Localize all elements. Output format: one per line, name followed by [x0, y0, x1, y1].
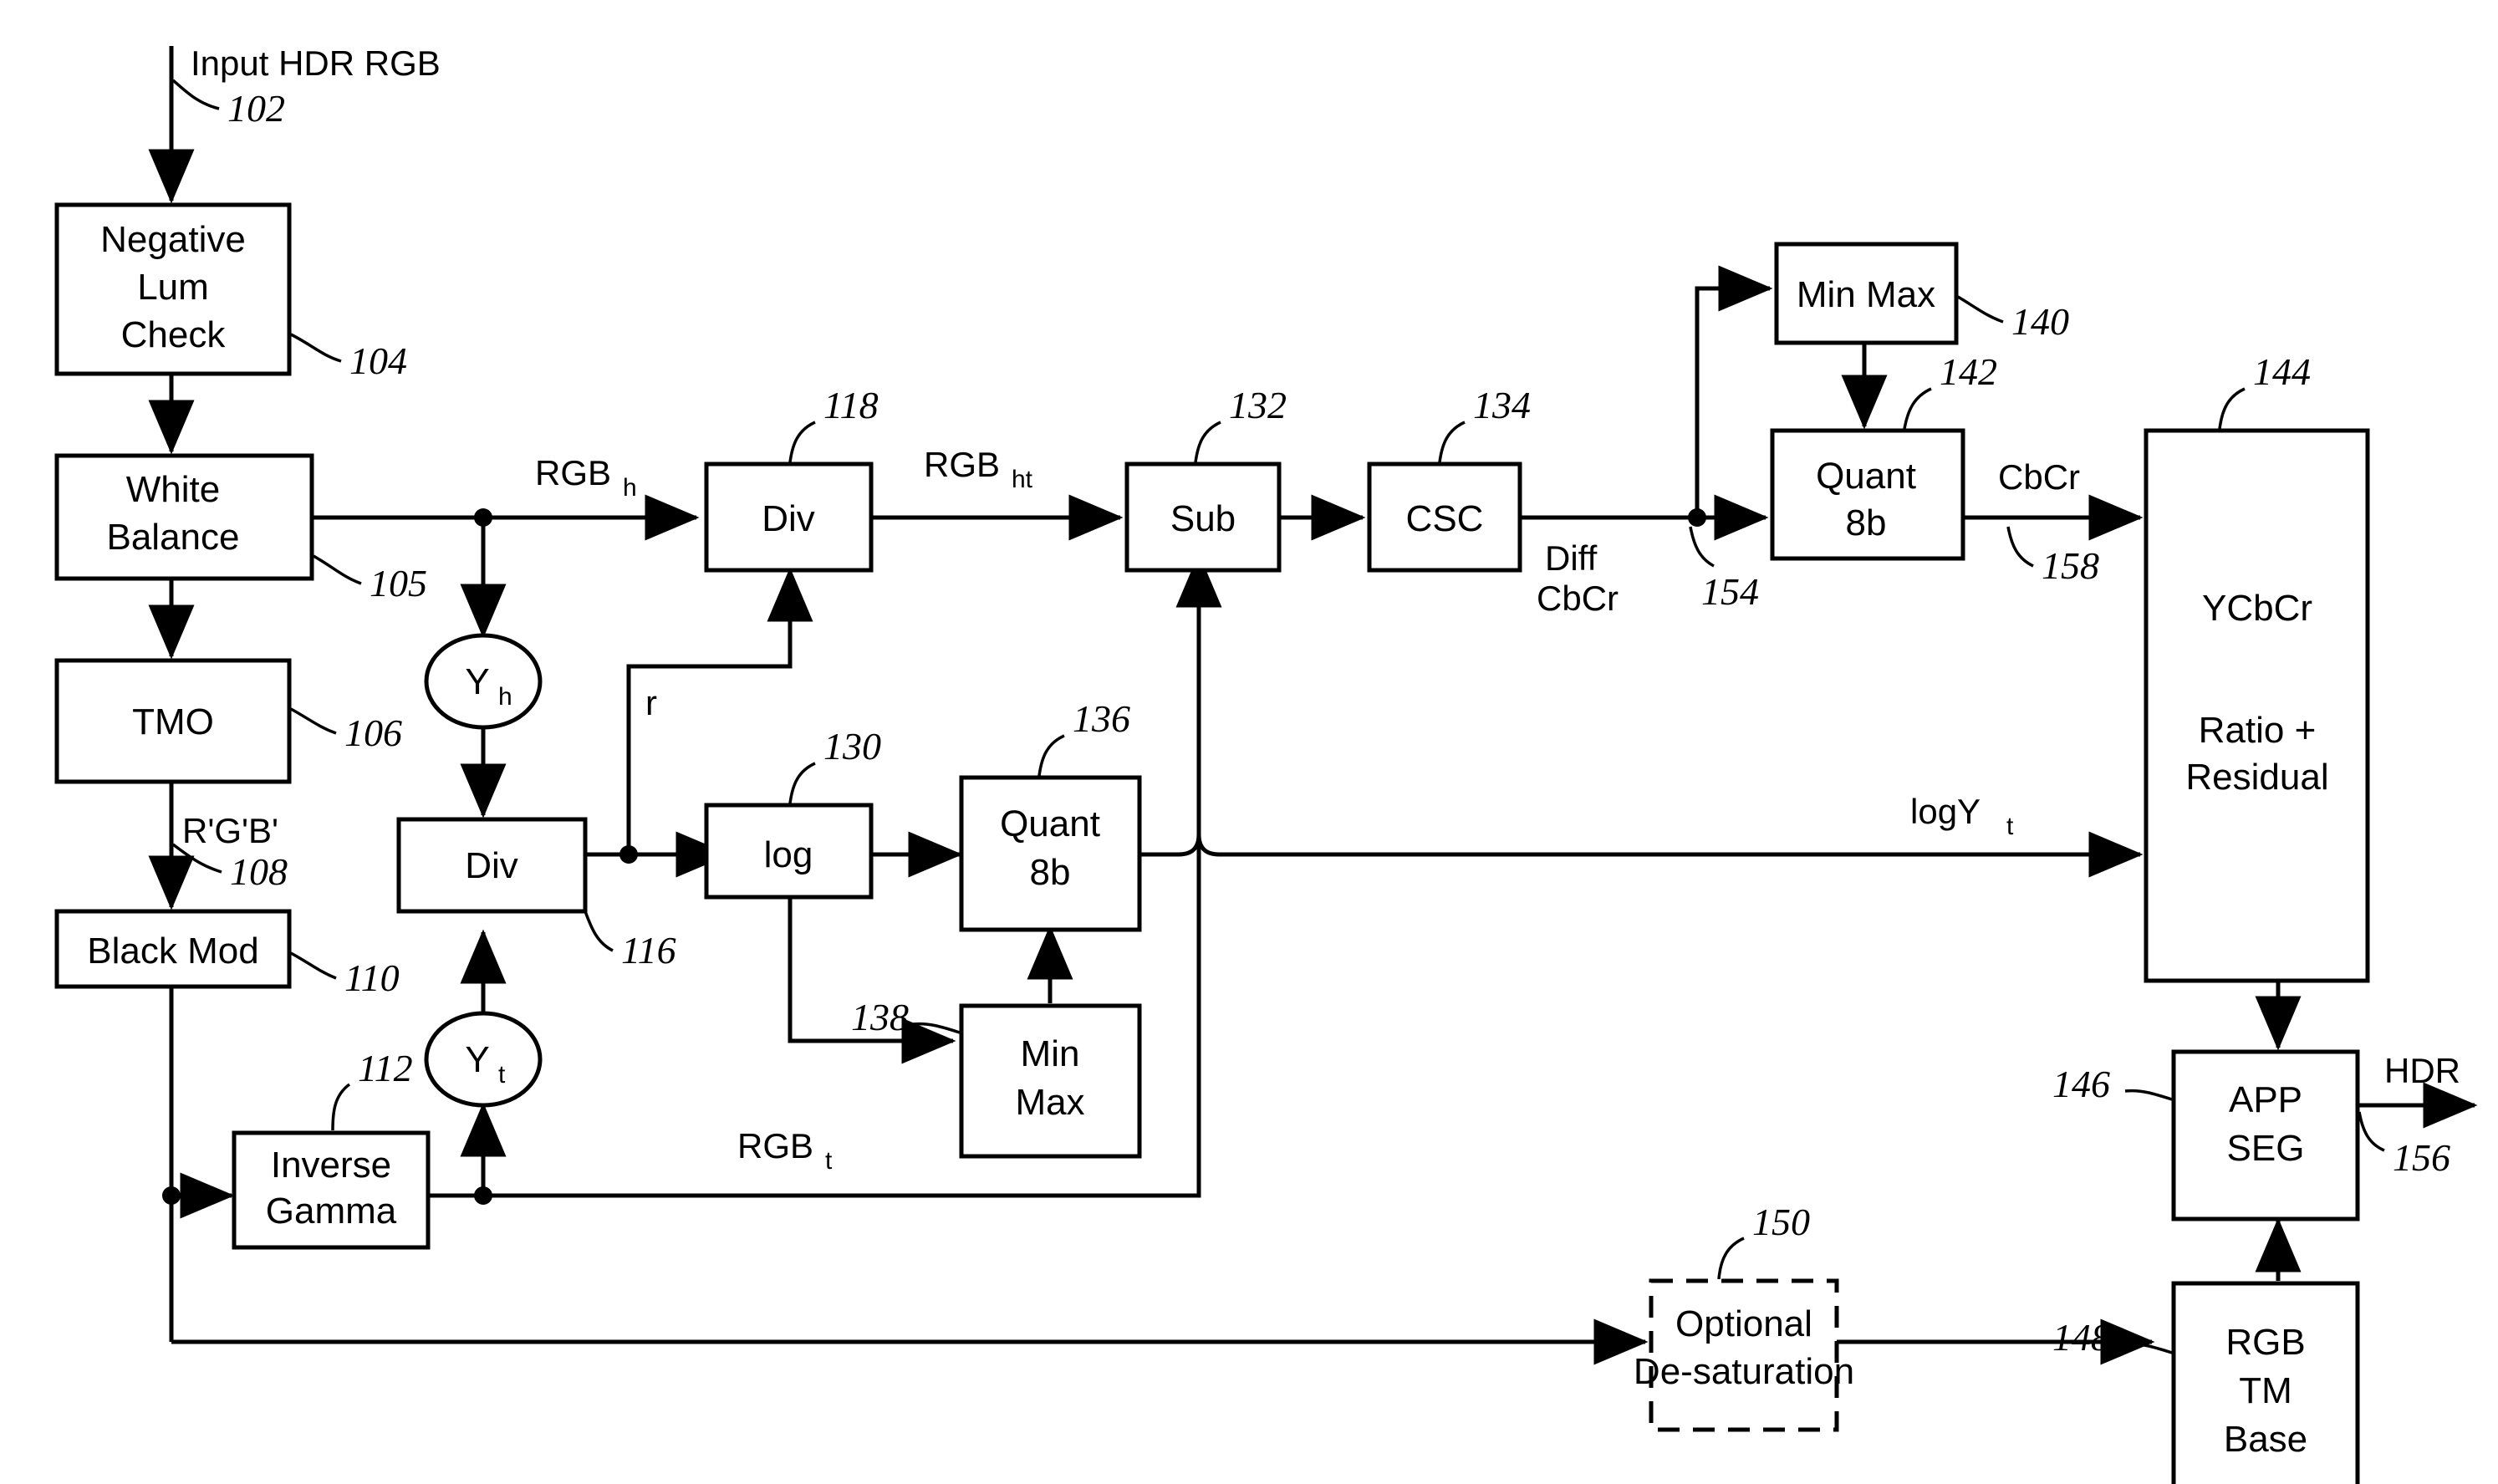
block-rgb-tm-base-148[interactable]: RGB TM Base — [2171, 1281, 2360, 1484]
label-rgb-t: RGB — [737, 1126, 813, 1165]
block-app-seg-146[interactable]: APP SEG — [2171, 1049, 2360, 1221]
label-rgb-h-subscript: h — [623, 474, 637, 502]
node-yh[interactable]: Y h — [424, 633, 543, 730]
block-label-line1: Optional — [1675, 1303, 1812, 1344]
block-label: Sub — [1170, 498, 1236, 539]
ref-118: 118 — [823, 384, 879, 426]
block-label: Div — [465, 845, 518, 886]
block-label-line3: Check — [121, 314, 227, 355]
ref-142: 142 — [1940, 350, 1997, 393]
block-label-line2: Balance — [106, 517, 239, 558]
ref-158: 158 — [2042, 544, 2099, 587]
block-quant-142[interactable]: Quant 8b — [1770, 428, 1965, 561]
label-rgb-h: RGB — [535, 453, 611, 492]
block-label: Div — [762, 498, 815, 539]
node-yt[interactable]: Y t — [424, 1011, 543, 1108]
block-label-line3: Residual — [2185, 757, 2328, 798]
block-label: CSC — [1406, 498, 1484, 539]
block-label-line2: SEG — [2227, 1128, 2305, 1169]
block-rect — [959, 1003, 1142, 1159]
block-label-line2: TM — [2239, 1370, 2292, 1411]
label-rgb-ht-subscript: ht — [1012, 466, 1033, 493]
block-diagram-canvas: Negative Lum Check White Balance TMO Bla… — [0, 0, 2498, 1484]
block-label-line2: Lum — [137, 267, 209, 308]
block-label-line2: 8b — [1030, 852, 1071, 893]
label-diff-cbcr-line1: Diff — [1545, 538, 1598, 578]
block-label-line1: Quant — [1816, 456, 1916, 497]
block-label-line1: White — [126, 469, 220, 510]
block-minmax-140[interactable]: Min Max — [1774, 242, 1959, 345]
node-label-subscript: t — [498, 1061, 506, 1089]
block-label-line2: Gamma — [266, 1191, 397, 1232]
block-optional-desaturation-150[interactable]: Optional De-saturation — [1634, 1278, 1854, 1432]
block-label-line1: RGB — [2225, 1322, 2305, 1363]
label-input-hdr-rgb: Input HDR RGB — [191, 43, 441, 83]
block-label-line2: De-saturation — [1634, 1351, 1854, 1392]
block-inverse-gamma[interactable]: Inverse Gamma — [232, 1130, 431, 1250]
block-label: Black Mod — [87, 931, 258, 971]
label-r-prime-g-prime-b-prime: R'G'B' — [182, 811, 278, 850]
block-label: log — [764, 834, 813, 875]
ref-150: 150 — [1752, 1201, 1810, 1243]
block-ycbcr-144[interactable]: YCbCr Ratio + Residual — [2144, 428, 2370, 983]
block-minmax-138[interactable]: Min Max — [959, 1003, 1142, 1159]
ref-132: 132 — [1229, 384, 1287, 426]
node-label-subscript: h — [498, 683, 512, 711]
ref-156: 156 — [2393, 1136, 2450, 1179]
ref-112: 112 — [358, 1047, 413, 1089]
ref-116: 116 — [621, 929, 676, 971]
block-label-line2: 8b — [1846, 502, 1887, 543]
block-white-balance[interactable]: White Balance — [54, 453, 314, 581]
block-label-line2: Max — [1015, 1082, 1084, 1123]
label-log-yt: logY — [1910, 792, 1981, 831]
block-csc-134[interactable]: CSC — [1367, 462, 1522, 573]
ref-148: 148 — [2052, 1316, 2110, 1359]
ref-130: 130 — [823, 725, 881, 767]
block-label-line3: Base — [2224, 1419, 2307, 1460]
block-label-line1: YCbCr — [2202, 588, 2312, 629]
label-diff-cbcr-line2: CbCr — [1537, 579, 1619, 618]
ref-146: 146 — [2052, 1063, 2110, 1105]
label-rgb-ht: RGB — [924, 445, 1000, 484]
ref-144: 144 — [2253, 350, 2311, 393]
block-label-line1: Quant — [1000, 803, 1100, 844]
block-label-line1: Negative — [100, 219, 246, 260]
block-tmo[interactable]: TMO — [54, 658, 292, 784]
block-label: TMO — [132, 701, 214, 742]
block-div-118[interactable]: Div — [704, 462, 874, 573]
ref-110: 110 — [344, 956, 400, 999]
ref-138: 138 — [851, 996, 909, 1038]
label-r: r — [645, 683, 657, 722]
label-log-yt-subscript: t — [2006, 813, 2014, 840]
ref-106: 106 — [344, 711, 402, 754]
label-cbcr-out: CbCr — [1998, 457, 2080, 497]
ref-102: 102 — [227, 87, 285, 130]
block-label-line1: Inverse — [271, 1145, 391, 1186]
block-log-130[interactable]: log — [704, 803, 874, 900]
ref-105: 105 — [370, 562, 427, 604]
label-hdr-out: HDR — [2384, 1051, 2460, 1090]
junction-dot-blackmod — [162, 1186, 181, 1205]
ref-136: 136 — [1073, 697, 1130, 740]
ref-134: 134 — [1473, 384, 1531, 426]
block-label: Min Max — [1797, 274, 1935, 315]
ref-140: 140 — [2011, 300, 2069, 343]
block-label-line1: Min — [1021, 1033, 1080, 1074]
block-div-116[interactable]: Div — [396, 817, 588, 914]
ref-104: 104 — [349, 339, 407, 382]
block-label-line1: APP — [2229, 1079, 2302, 1120]
node-label: Y — [465, 1039, 489, 1080]
ref-154: 154 — [1701, 570, 1759, 613]
ref-108: 108 — [230, 850, 288, 893]
label-rgb-t-subscript: t — [825, 1147, 833, 1175]
block-negative-lum-check[interactable]: Negative Lum Check — [54, 202, 292, 376]
block-label-line2: Ratio + — [2199, 710, 2317, 751]
block-sub-132[interactable]: Sub — [1124, 462, 1282, 573]
block-rect — [2144, 428, 2370, 983]
block-quant-136[interactable]: Quant 8b — [959, 775, 1142, 932]
block-black-mod[interactable]: Black Mod — [54, 909, 292, 989]
node-label: Y — [465, 661, 489, 702]
